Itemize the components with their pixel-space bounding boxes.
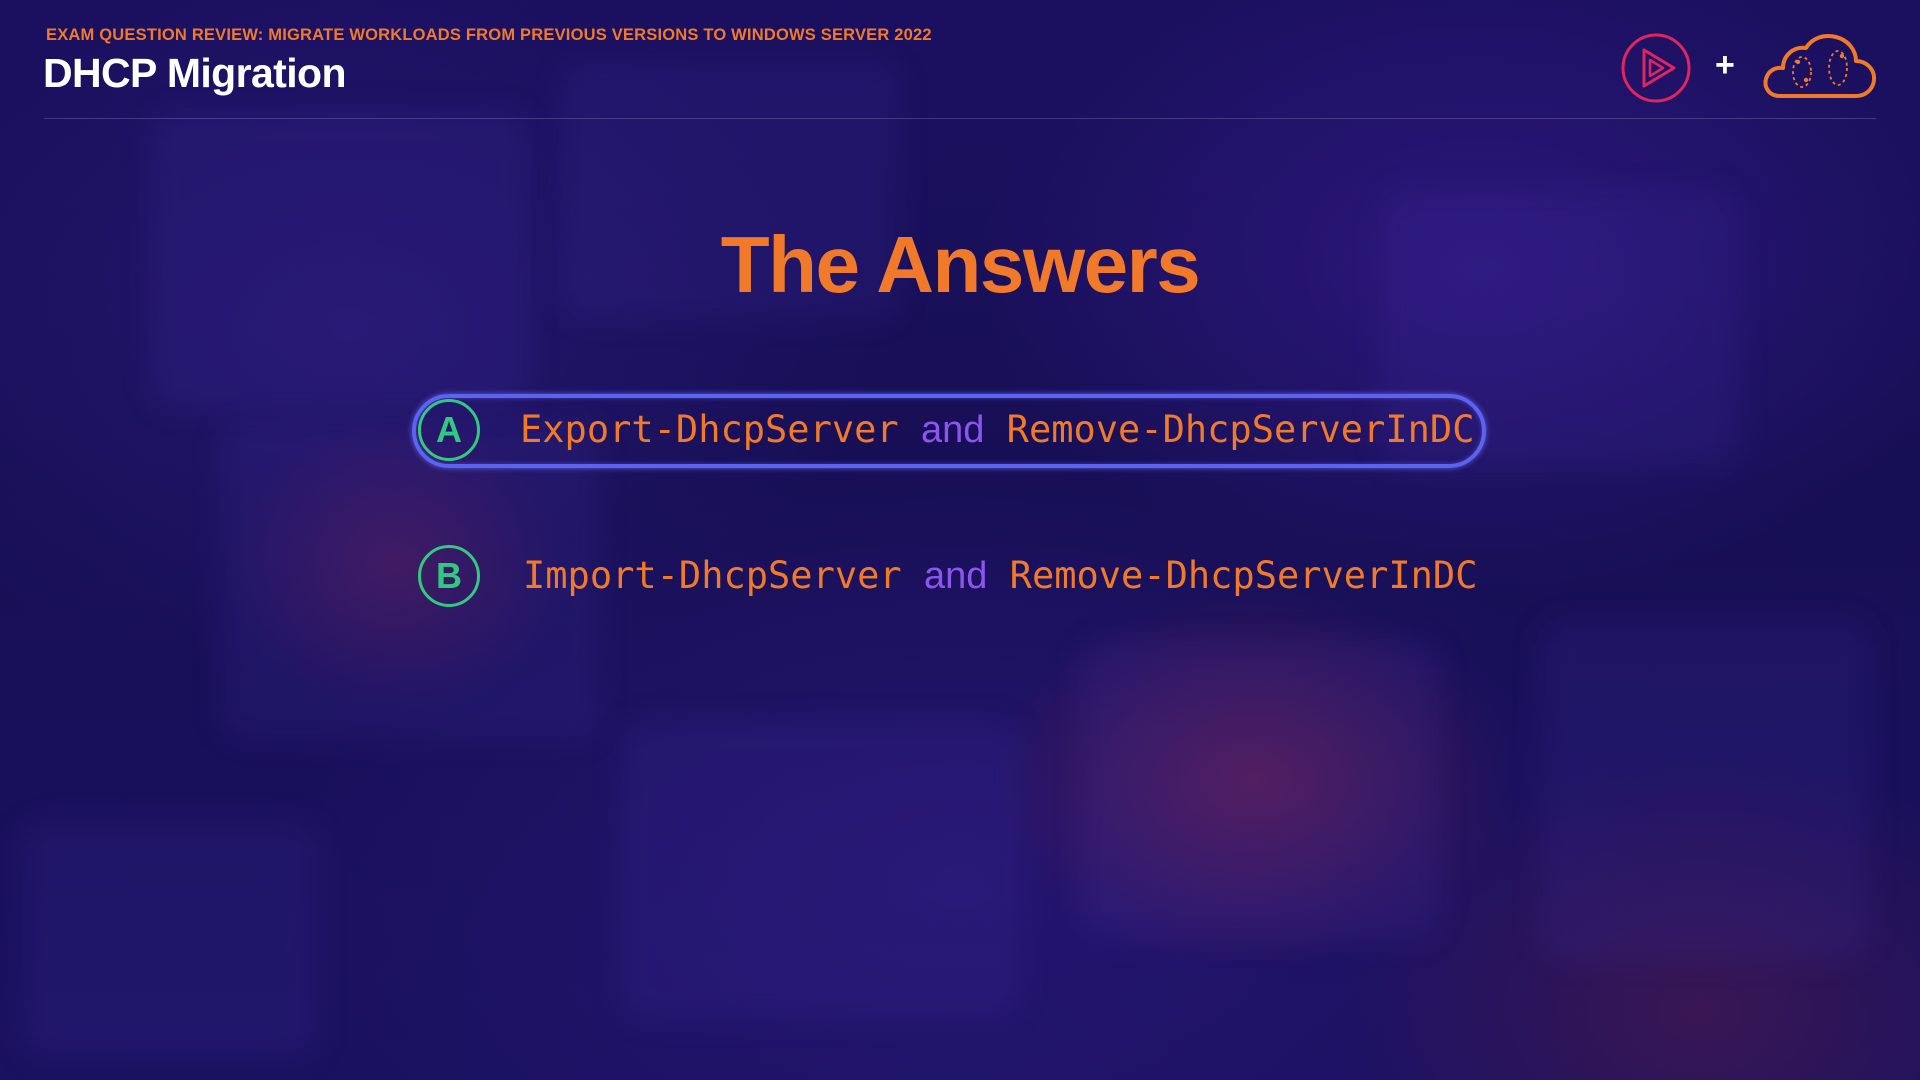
answers-heading: The Answers [720, 220, 1201, 309]
answer-command: Import-DhcpServer [523, 554, 902, 597]
slide: EXAM QUESTION REVIEW: MIGRATE WORKLOADS … [0, 0, 1920, 1080]
answer-text: Import-DhcpServer and Remove-DhcpServerI… [523, 554, 1477, 598]
cloud-logo-icon [1763, 34, 1877, 98]
answer-option-b: B Import-DhcpServer and Remove-DhcpServe… [412, 541, 1492, 611]
answer-command: Export-DhcpServer [520, 408, 899, 451]
background-tile [620, 720, 1020, 1020]
course-eyebrow: EXAM QUESTION REVIEW: MIGRATE WORKLOADS … [46, 26, 932, 44]
play-logo-icon [1621, 33, 1691, 103]
answer-option-a: A Export-DhcpServer and Remove-DhcpServe… [412, 394, 1486, 468]
answer-text: Export-DhcpServer and Remove-DhcpServerI… [520, 408, 1474, 452]
plus-sign: + [1715, 46, 1735, 84]
answer-command: Remove-DhcpServerInDC [1006, 408, 1475, 451]
answer-command: Remove-DhcpServerInDC [1009, 554, 1478, 597]
answer-letter-badge: A [418, 399, 480, 461]
background-tile [20, 820, 320, 1060]
background-tile [1080, 640, 1440, 940]
background-tile [1540, 620, 1870, 960]
answer-conjunction: and [923, 555, 988, 597]
brand-logos: + [1620, 28, 1880, 108]
answer-conjunction: and [920, 409, 985, 451]
answer-letter-badge: B [418, 545, 480, 607]
header-divider [44, 118, 1876, 119]
page-title: DHCP Migration [43, 50, 347, 96]
